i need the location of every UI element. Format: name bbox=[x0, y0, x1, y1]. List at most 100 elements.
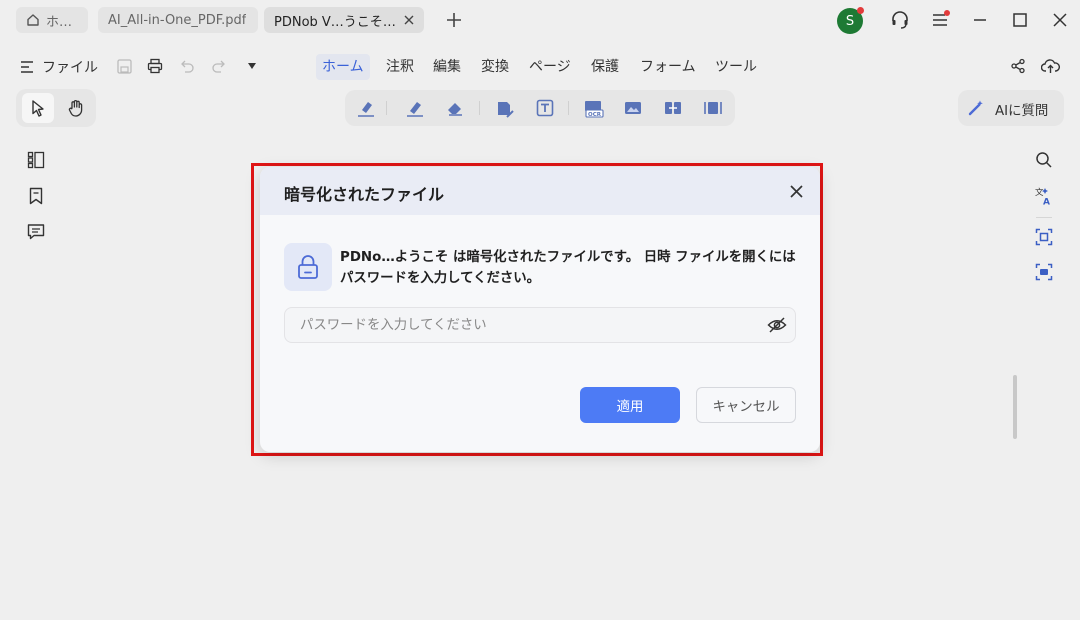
screenshot-button[interactable] bbox=[1033, 261, 1055, 283]
file-menu-label: ファイル bbox=[42, 60, 98, 76]
redo-icon bbox=[211, 59, 227, 73]
menu-tab-form[interactable]: フォーム bbox=[634, 54, 702, 80]
search-icon bbox=[1035, 151, 1053, 169]
avatar-button[interactable]: S bbox=[836, 7, 864, 35]
underline-tool-button[interactable] bbox=[404, 98, 426, 118]
select-tool-button[interactable] bbox=[22, 93, 54, 123]
ai-assistant-label: AIに質問 bbox=[995, 104, 1049, 119]
crop-button[interactable] bbox=[1033, 226, 1055, 248]
quick-access-dropdown[interactable] bbox=[244, 58, 260, 74]
tab-label: PDNob V…うこそ.pdf bbox=[274, 14, 396, 30]
password-input[interactable] bbox=[284, 307, 796, 343]
file-menu[interactable]: ファイル bbox=[20, 57, 98, 77]
compare-tool-button[interactable] bbox=[662, 98, 684, 118]
compare-icon bbox=[663, 99, 683, 117]
menu-tab-convert[interactable]: 変換 bbox=[475, 54, 515, 80]
save-icon bbox=[116, 58, 132, 74]
maximize-icon bbox=[1013, 13, 1027, 27]
sidebar-divider bbox=[1036, 217, 1052, 218]
menu-tab-protect[interactable]: 保護 bbox=[585, 54, 625, 80]
undo-button[interactable] bbox=[178, 57, 196, 75]
svg-text:文: 文 bbox=[1035, 187, 1044, 198]
edit-text-tool-button[interactable] bbox=[494, 98, 516, 120]
hand-icon bbox=[67, 99, 85, 117]
notification-dot bbox=[944, 10, 950, 16]
tab-home[interactable]: ホーム bbox=[16, 7, 88, 33]
toolbar-divider bbox=[386, 101, 387, 115]
cloud-upload-button[interactable] bbox=[1039, 56, 1061, 76]
svg-text:A: A bbox=[1043, 198, 1050, 207]
scrollbar-thumb[interactable] bbox=[1013, 375, 1017, 439]
notification-dot bbox=[857, 7, 864, 14]
maximize-button[interactable] bbox=[1010, 10, 1030, 30]
cloud-upload-icon bbox=[1040, 58, 1060, 74]
home-icon bbox=[26, 13, 40, 27]
save-button[interactable] bbox=[115, 57, 133, 75]
share-button[interactable] bbox=[1008, 57, 1028, 75]
menu-tab-home[interactable]: ホーム bbox=[316, 54, 370, 80]
tab-label: AI_All-in-One_PDF.pdf bbox=[108, 12, 247, 28]
dialog-message: PDNo…ようこそ は暗号化されたファイルです。 日時 ファイルを開くにはパスワ… bbox=[340, 250, 796, 286]
comments-panel-button[interactable] bbox=[25, 221, 47, 243]
highlighter-icon bbox=[356, 99, 376, 117]
scan-tool-button[interactable] bbox=[702, 98, 724, 118]
print-icon bbox=[147, 58, 163, 74]
thumbnails-panel-button[interactable] bbox=[25, 149, 47, 171]
redo-button[interactable] bbox=[210, 57, 228, 75]
minimize-icon bbox=[973, 13, 987, 27]
apply-button[interactable]: 適用 bbox=[580, 387, 680, 423]
plus-icon bbox=[446, 12, 462, 28]
ai-wand-icon bbox=[967, 99, 985, 117]
crop-frame-icon bbox=[1035, 228, 1053, 246]
bookmarks-panel-button[interactable] bbox=[25, 185, 47, 207]
tab-close-icon[interactable] bbox=[404, 15, 414, 25]
hand-tool-button[interactable] bbox=[60, 93, 92, 123]
lock-icon bbox=[296, 254, 320, 280]
search-button[interactable] bbox=[1033, 149, 1055, 171]
text-box-tool-button[interactable] bbox=[534, 98, 556, 118]
translate-button[interactable]: 文A bbox=[1033, 185, 1055, 207]
translate-icon: 文A bbox=[1034, 186, 1054, 206]
caret-down-icon bbox=[247, 62, 257, 70]
ocr-icon: OCR bbox=[583, 99, 605, 119]
cancel-button[interactable]: キャンセル bbox=[696, 387, 796, 423]
lock-badge bbox=[284, 243, 332, 291]
tab-document-active[interactable]: PDNob V…うこそ.pdf bbox=[264, 7, 424, 33]
close-icon bbox=[1053, 13, 1067, 27]
minimize-button[interactable] bbox=[970, 10, 990, 30]
tab-label: ホーム bbox=[46, 14, 78, 30]
ocr-tool-button[interactable]: OCR bbox=[582, 98, 606, 120]
eraser-tool-button[interactable] bbox=[444, 98, 466, 118]
text-box-icon bbox=[536, 99, 554, 117]
marker-icon bbox=[405, 99, 425, 117]
menu-tab-edit[interactable]: 編集 bbox=[427, 54, 467, 80]
screenshot-icon bbox=[1035, 263, 1053, 281]
menu-tab-annotate[interactable]: 注釈 bbox=[380, 54, 420, 80]
comment-icon bbox=[27, 223, 45, 241]
headset-icon bbox=[890, 10, 910, 30]
thumbnails-icon bbox=[27, 151, 45, 169]
new-tab-button[interactable] bbox=[444, 10, 464, 30]
close-icon bbox=[789, 184, 803, 198]
dialog-title: 暗号化されたファイル bbox=[284, 185, 445, 204]
edit-document-icon bbox=[495, 99, 515, 119]
menu-tab-tools[interactable]: ツール bbox=[709, 54, 763, 80]
eye-off-icon bbox=[767, 317, 787, 333]
highlight-tool-button[interactable] bbox=[355, 98, 377, 118]
dialog-close-button[interactable] bbox=[786, 181, 806, 201]
close-window-button[interactable] bbox=[1050, 10, 1070, 30]
encrypted-file-dialog: 暗号化されたファイル PDNo…ようこそ は暗号化されたファイルです。 日時 フ… bbox=[260, 167, 820, 452]
menu-tab-page[interactable]: ページ bbox=[523, 54, 577, 80]
tab-document[interactable]: AI_All-in-One_PDF.pdf bbox=[98, 7, 258, 33]
toggle-password-visibility-button[interactable] bbox=[766, 316, 788, 334]
print-button[interactable] bbox=[146, 57, 164, 75]
undo-icon bbox=[179, 59, 195, 73]
image-tool-button[interactable] bbox=[622, 98, 644, 118]
support-button[interactable] bbox=[888, 9, 912, 31]
avatar-letter: S bbox=[845, 13, 855, 29]
svg-text:OCR: OCR bbox=[588, 112, 602, 118]
menu-button[interactable] bbox=[928, 9, 952, 31]
image-icon bbox=[623, 99, 643, 117]
toolbar-divider bbox=[568, 101, 569, 115]
share-icon bbox=[1010, 58, 1026, 74]
